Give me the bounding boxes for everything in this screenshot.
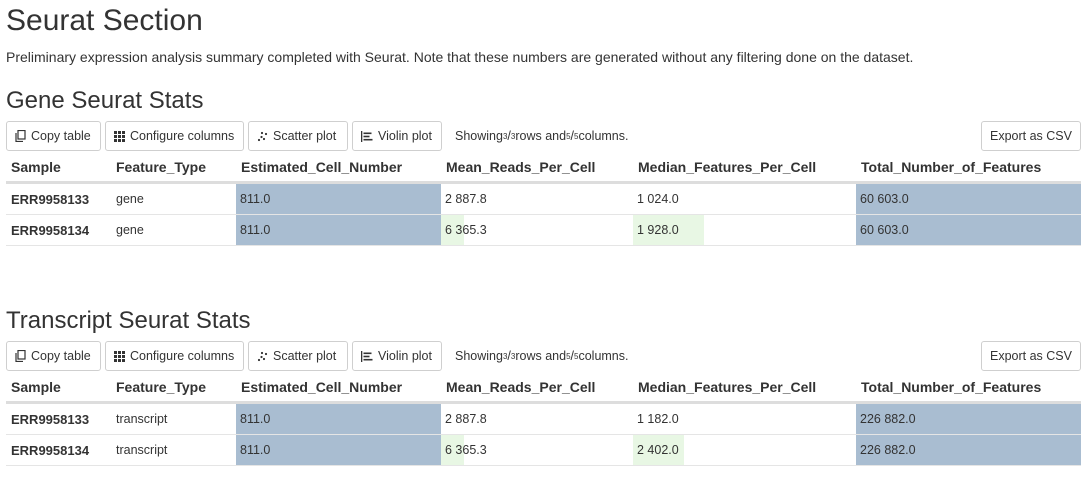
copy-icon <box>15 130 26 142</box>
section-title: Gene Seurat Stats <box>6 87 204 114</box>
configure-columns-button[interactable]: Configure columns <box>105 341 244 371</box>
violin-plot-label: Violin plot <box>378 129 432 143</box>
table-row: ERR9958134 gene 811.0 6 365.3 1 928.0 60 603.… <box>6 214 1081 246</box>
violin-plot-label: Violin plot <box>378 349 432 363</box>
bar-cell: 811.0 <box>236 402 441 435</box>
column-header[interactable]: Median_Features_Per_Cell <box>633 153 856 184</box>
cell-value: 60 603.0 <box>860 192 909 206</box>
bar-cell: 811.0 <box>236 434 441 466</box>
table-row: ERR9958133 gene 811.0 2 887.8 1 024.0 60 603.… <box>6 182 1081 215</box>
configure-columns-button[interactable]: Configure columns <box>105 121 244 151</box>
configure-columns-label: Configure columns <box>130 129 235 143</box>
bar-cell: 811.0 <box>236 182 441 215</box>
feature-type-cell: transcript <box>111 402 236 435</box>
column-header[interactable]: Estimated_Cell_Number <box>236 373 441 404</box>
showing-count: Showing 3/3 rows and 5/5 columns. <box>455 349 629 363</box>
column-header[interactable]: Estimated_Cell_Number <box>236 153 441 184</box>
gene-seurat-section: Gene Seurat Stats Copy table Configure c… <box>0 86 1088 256</box>
grid-icon <box>114 350 125 362</box>
scatter-plot-label: Scatter plot <box>273 129 337 143</box>
bar-cell: 226 882.0 <box>856 434 1081 466</box>
bar-chart-icon <box>361 130 373 142</box>
column-header[interactable]: Feature_Type <box>111 373 236 404</box>
sample-cell: ERR9958134 <box>6 434 111 466</box>
stats-table: Sample Feature_Type Estimated_Cell_Numbe… <box>6 153 1081 246</box>
configure-columns-label: Configure columns <box>130 349 235 363</box>
cell-value: 2 402.0 <box>637 443 679 457</box>
column-header[interactable]: Mean_Reads_Per_Cell <box>441 373 633 404</box>
scatter-plot-button[interactable]: Scatter plot <box>248 121 348 151</box>
cell-value: 811.0 <box>240 192 271 206</box>
copy-table-button[interactable]: Copy table <box>6 121 101 151</box>
table-toolbar: Copy table Configure columns Scatter plo… <box>6 341 1081 371</box>
section-title: Transcript Seurat Stats <box>6 307 251 334</box>
sample-cell: ERR9958134 <box>6 214 111 246</box>
bar-cell: 2 887.8 <box>441 182 633 215</box>
table-header-row: Sample Feature_Type Estimated_Cell_Numbe… <box>6 153 1081 184</box>
bar-cell: 60 603.0 <box>856 182 1081 215</box>
scatter-plot-label: Scatter plot <box>273 349 337 363</box>
bar-cell: 226 882.0 <box>856 402 1081 435</box>
cell-value: 1 024.0 <box>637 192 679 206</box>
bar-cell: 2 402.0 <box>633 434 856 466</box>
cell-value: 811.0 <box>240 443 271 457</box>
column-header[interactable]: Mean_Reads_Per_Cell <box>441 153 633 184</box>
table-toolbar: Copy table Configure columns Scatter plo… <box>6 121 1081 151</box>
cell-value: 2 887.8 <box>445 192 487 206</box>
transcript-seurat-section: Transcript Seurat Stats Copy table Confi… <box>0 306 1088 476</box>
cell-value: 2 887.8 <box>445 412 487 426</box>
bar-cell: 6 365.3 <box>441 434 633 466</box>
copy-icon <box>15 350 26 362</box>
export-csv-label: Export as CSV <box>990 349 1072 363</box>
cell-value: 1 182.0 <box>637 412 679 426</box>
export-csv-label: Export as CSV <box>990 129 1072 143</box>
stats-table: Sample Feature_Type Estimated_Cell_Numbe… <box>6 373 1081 466</box>
copy-table-label: Copy table <box>31 129 91 143</box>
cell-value: 811.0 <box>240 223 271 237</box>
cell-value: 6 365.3 <box>445 443 487 457</box>
column-header[interactable]: Sample <box>6 153 111 184</box>
intro-text: Preliminary expression analysis summary … <box>6 49 914 65</box>
sample-cell: ERR9958133 <box>6 182 111 215</box>
cell-value: 226 882.0 <box>860 412 916 426</box>
column-header[interactable]: Total_Number_of_Features <box>856 153 1081 184</box>
bar-cell: 1 024.0 <box>633 182 856 215</box>
cell-value: 6 365.3 <box>445 223 487 237</box>
cell-value: 226 882.0 <box>860 443 916 457</box>
bar-cell: 60 603.0 <box>856 214 1081 246</box>
sample-cell: ERR9958133 <box>6 402 111 435</box>
scatter-plot-button[interactable]: Scatter plot <box>248 341 348 371</box>
bar-chart-icon <box>361 350 373 362</box>
page-title: Seurat Section <box>6 4 203 37</box>
feature-type-cell: gene <box>111 214 236 246</box>
feature-type-cell: transcript <box>111 434 236 466</box>
copy-table-label: Copy table <box>31 349 91 363</box>
scatter-icon <box>257 351 268 362</box>
copy-table-button[interactable]: Copy table <box>6 341 101 371</box>
cell-value: 811.0 <box>240 412 271 426</box>
cell-value: 60 603.0 <box>860 223 909 237</box>
column-header[interactable]: Total_Number_of_Features <box>856 373 1081 404</box>
scatter-icon <box>257 131 268 142</box>
bar-cell: 1 182.0 <box>633 402 856 435</box>
column-header[interactable]: Sample <box>6 373 111 404</box>
showing-count: Showing 3/3 rows and 5/5 columns. <box>455 129 629 143</box>
violin-plot-button[interactable]: Violin plot <box>352 121 442 151</box>
bar-cell: 2 887.8 <box>441 402 633 435</box>
grid-icon <box>114 130 125 142</box>
bar-cell: 811.0 <box>236 214 441 246</box>
table-row: ERR9958133 transcript 811.0 2 887.8 1 182.0 2… <box>6 402 1081 435</box>
bar-cell: 6 365.3 <box>441 214 633 246</box>
feature-type-cell: gene <box>111 182 236 215</box>
export-csv-button[interactable]: Export as CSV <box>981 121 1081 151</box>
column-header[interactable]: Feature_Type <box>111 153 236 184</box>
violin-plot-button[interactable]: Violin plot <box>352 341 442 371</box>
bar-cell: 1 928.0 <box>633 214 856 246</box>
table-header-row: Sample Feature_Type Estimated_Cell_Numbe… <box>6 373 1081 404</box>
table-row: ERR9958134 transcript 811.0 6 365.3 2 402.0 2… <box>6 434 1081 466</box>
export-csv-button[interactable]: Export as CSV <box>981 341 1081 371</box>
column-header[interactable]: Median_Features_Per_Cell <box>633 373 856 404</box>
cell-value: 1 928.0 <box>637 223 679 237</box>
